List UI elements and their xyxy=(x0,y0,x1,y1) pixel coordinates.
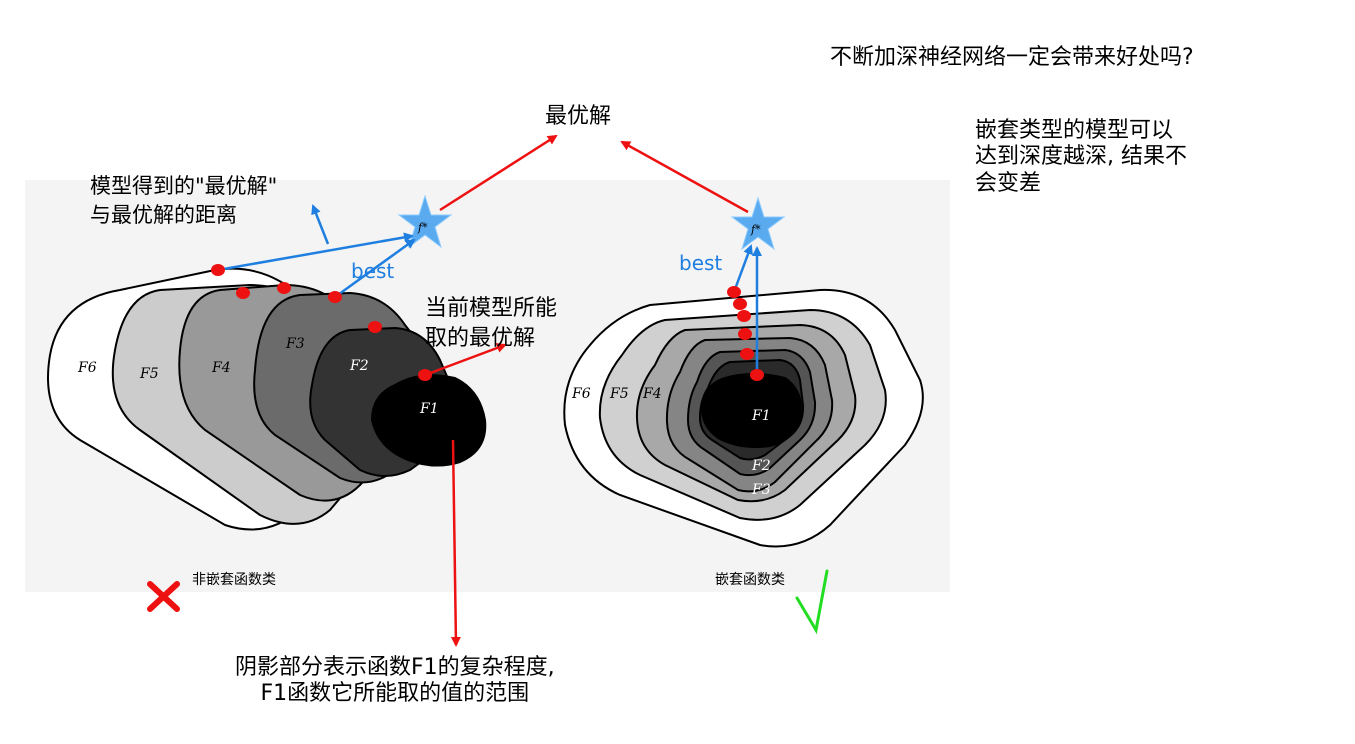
dot-f1-right xyxy=(750,369,764,381)
distance-label-line1: 模型得到的"最优解" xyxy=(90,174,277,198)
dot-f6-left xyxy=(211,264,225,276)
current-best-line1: 当前模型所能 xyxy=(425,296,557,321)
best-label-right: best xyxy=(679,251,722,275)
set-label-f2-left: F2 xyxy=(349,358,369,374)
set-label-f6-right: F6 xyxy=(571,386,591,402)
set-label-f4-right: F4 xyxy=(642,386,662,402)
current-best-line2: 取的最优解 xyxy=(425,326,535,351)
dot-f4-right xyxy=(737,310,751,322)
dot-f5-left xyxy=(236,287,250,299)
dot-f4-left xyxy=(277,282,291,294)
set-label-f5-right: F5 xyxy=(609,386,629,402)
f-star-label-left: f* xyxy=(417,221,428,234)
left-panel-label: 非嵌套函数类 xyxy=(192,572,276,588)
optimum-label: 最优解 xyxy=(545,104,611,129)
question-title: 不断加深神经网络一定会带来好处吗? xyxy=(830,45,1194,70)
f-star-label-right: f* xyxy=(750,223,761,236)
set-label-f4-left: F4 xyxy=(211,360,231,376)
dot-f3-left xyxy=(328,291,342,303)
dot-f2-left xyxy=(368,321,382,333)
dot-f2-right xyxy=(740,348,754,360)
best-label-left: best xyxy=(351,259,394,283)
set-label-f3-right: F3 xyxy=(751,482,771,498)
set-label-f5-left: F5 xyxy=(139,366,159,382)
dot-f1-left xyxy=(418,369,432,381)
distance-label-line2: 与最优解的距离 xyxy=(90,203,237,227)
function-classes-diagram: F6 F5 F4 F3 F2 F1 F6 F5 F4 F1 F2 F3 f* f… xyxy=(25,104,950,647)
nested-class-note: 嵌套类型的模型可以 达到深度越深, 结果不 会变差 xyxy=(975,118,1187,196)
caption: 阴影部分表示函数F1的复杂程度, F1函数它所能取的值的范围 xyxy=(235,655,555,707)
set-label-f1-right: F1 xyxy=(751,408,771,424)
set-label-f3-left: F3 xyxy=(285,336,305,352)
dot-f3-right xyxy=(738,328,752,340)
dot-f6-right xyxy=(727,286,741,298)
dot-f5-right xyxy=(733,298,747,310)
set-label-f1-left: F1 xyxy=(419,401,439,417)
set-label-f6-left: F6 xyxy=(77,360,97,376)
set-label-f2-right: F2 xyxy=(751,458,771,474)
right-panel-label: 嵌套函数类 xyxy=(715,572,785,588)
